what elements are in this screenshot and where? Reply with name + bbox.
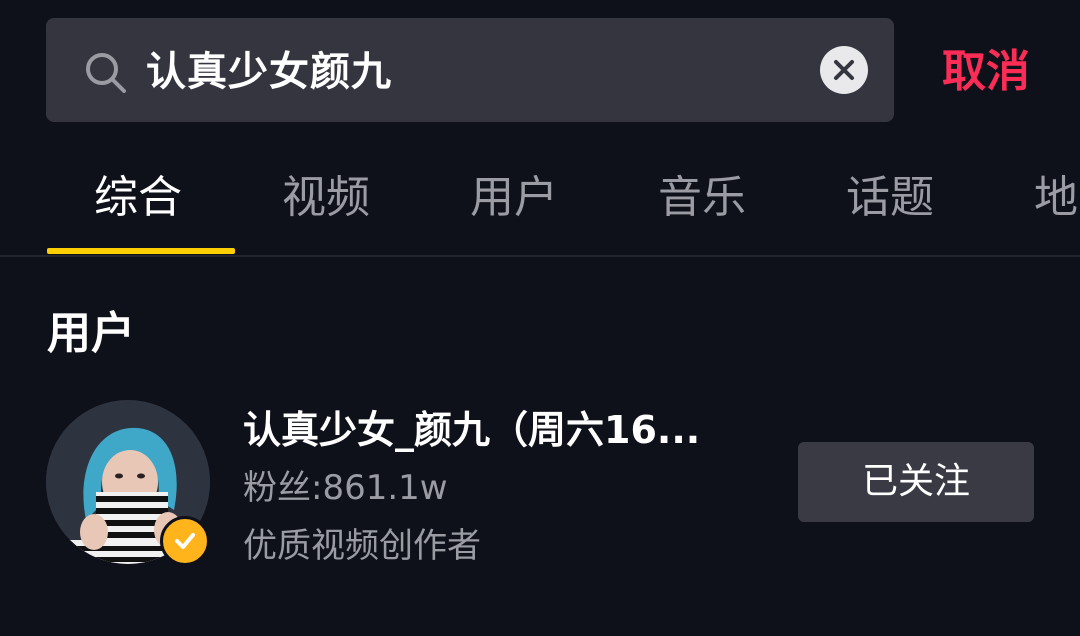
verified-badge [160,516,210,566]
cancel-button[interactable]: 取消 [942,40,1030,104]
close-icon [834,60,854,80]
tab-music[interactable]: 音乐 [658,170,746,226]
search-input[interactable]: 认真少女颜九 [146,40,392,104]
active-tab-indicator [47,248,235,254]
search-icon [86,53,126,93]
tab-videos[interactable]: 视频 [282,170,370,226]
section-title-users: 用户 [47,308,135,359]
tab-users[interactable]: 用户 [470,170,558,226]
user-name[interactable]: 认真少女_颜九（周六16... [243,402,763,458]
checkmark-icon [175,533,195,549]
tab-places[interactable]: 地 [1034,170,1078,226]
tab-divider [0,255,1080,257]
following-button[interactable]: 已关注 [798,442,1034,522]
user-description: 优质视频创作者 [243,526,481,566]
clear-search-button[interactable] [820,46,868,94]
tab-comprehensive[interactable]: 综合 [94,170,182,226]
result-tabs: 综合 视频 用户 音乐 话题 地 [0,160,1080,254]
user-fans-count: 粉丝:861.1w [243,468,448,508]
tab-topics[interactable]: 话题 [846,170,934,226]
